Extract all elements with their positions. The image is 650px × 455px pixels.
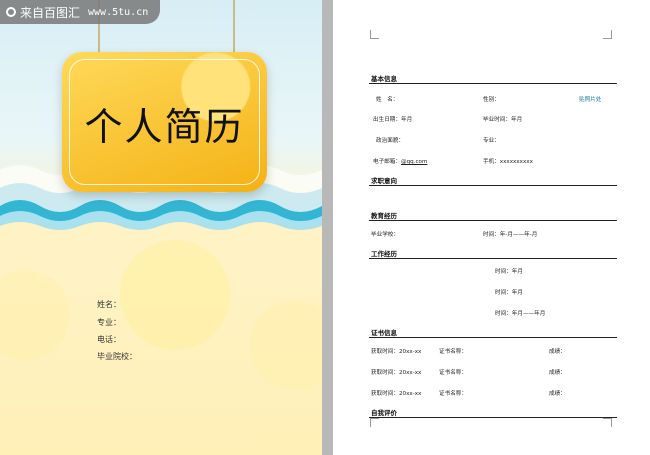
work-time-2: 时间：年月 xyxy=(495,290,523,296)
logo-icon xyxy=(6,7,16,17)
school-label: 毕业学校： xyxy=(371,232,399,238)
sun-decoration xyxy=(250,300,322,390)
section-rule xyxy=(369,83,617,84)
watermark-badge: 来自百图汇 www.5tu.cn xyxy=(0,0,161,24)
cert-score: 成绩： xyxy=(549,349,566,355)
section-rule xyxy=(369,220,617,221)
sun-decoration xyxy=(0,270,70,360)
cert-name: 证书名称： xyxy=(439,370,467,376)
cert-time: 获取时间：20xx-xx xyxy=(371,391,422,397)
work-time-3: 时间：年月——年月 xyxy=(495,311,546,317)
email-value: @qq.com xyxy=(400,159,428,165)
section-rule xyxy=(369,258,617,259)
section-title-education: 教育经历 xyxy=(371,212,397,220)
work-time-1: 时间：年月 xyxy=(495,269,523,275)
cert-name: 证书名称： xyxy=(439,349,467,355)
watermark-brand: 来自百图汇 xyxy=(20,5,81,20)
phone-value: xxxxxxxxxx xyxy=(499,159,533,165)
resume-detail-page: 基本信息 姓 名： 性别： 贴照片处 出生日期：年月 毕业时间：年月 政治面貌：… xyxy=(333,0,650,455)
education-time: 时间：年-月——年-月 xyxy=(483,232,538,238)
cover-title: 个人简历 xyxy=(84,105,245,149)
crop-mark xyxy=(603,418,612,427)
resume-cover-page: 个人简历 姓名： 专业： 电话： 毕业院校： 来自百图汇 www.5tu.cn xyxy=(0,0,322,455)
cover-field-name: 姓名： xyxy=(97,300,121,309)
title-sign: 个人简历 xyxy=(62,52,267,192)
major-label: 专业： xyxy=(483,138,500,144)
cover-field-major: 专业： xyxy=(97,318,121,327)
email-label-text: 电子邮箱： xyxy=(373,159,401,165)
cover-field-school: 毕业院校： xyxy=(97,352,137,361)
name-label: 姓 名： xyxy=(376,97,399,103)
graduation-time-label: 毕业时间：年月 xyxy=(483,117,523,123)
cert-name: 证书名称： xyxy=(439,391,467,397)
cert-score: 成绩： xyxy=(549,391,566,397)
gender-label: 性别： xyxy=(483,97,500,103)
cert-time: 获取时间：20xx-xx xyxy=(371,349,422,355)
photo-label: 贴照片处 xyxy=(579,97,602,103)
cert-time: 获取时间：20xx-xx xyxy=(371,370,422,376)
birth-date-label: 出生日期：年月 xyxy=(373,117,413,123)
section-title-work: 工作经历 xyxy=(371,250,397,258)
section-title-objective: 求职意向 xyxy=(371,177,397,185)
section-title-certificates: 证书信息 xyxy=(371,329,397,337)
crop-mark xyxy=(603,30,612,39)
crop-mark xyxy=(370,418,379,427)
section-rule xyxy=(369,185,617,186)
phone-label-text: 手机： xyxy=(483,159,500,165)
phone-label: 手机：xxxxxxxxxx xyxy=(483,157,533,165)
email-label: 电子邮箱：@qq.com xyxy=(373,157,427,165)
section-rule xyxy=(369,337,617,338)
cover-field-phone: 电话： xyxy=(97,335,121,344)
crop-mark xyxy=(370,30,379,39)
section-rule xyxy=(369,417,617,418)
cert-score: 成绩： xyxy=(549,370,566,376)
watermark-url: www.5tu.cn xyxy=(88,6,149,18)
section-title-self-evaluation: 自我评价 xyxy=(371,409,397,417)
political-status-label: 政治面貌： xyxy=(376,138,404,144)
section-title-basic-info: 基本信息 xyxy=(371,75,397,83)
sun-decoration xyxy=(120,240,230,350)
